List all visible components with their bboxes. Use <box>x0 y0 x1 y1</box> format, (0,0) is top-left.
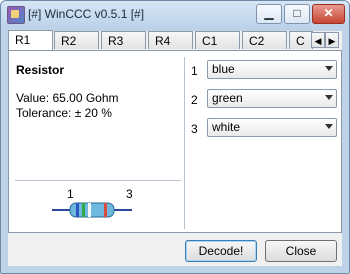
band-number-3: 3 <box>191 122 198 136</box>
close-window-button[interactable]: ✕ <box>312 4 345 24</box>
tab-r4[interactable]: R4 <box>148 31 193 49</box>
close-button[interactable]: Close <box>265 240 337 262</box>
band-number-2: 2 <box>191 93 198 107</box>
band-1-selected-value: blue <box>212 62 235 76</box>
band-number-1: 1 <box>191 64 198 78</box>
chevron-down-icon <box>325 66 333 71</box>
vertical-divider <box>184 57 185 229</box>
maximize-icon: □ <box>293 6 301 20</box>
chevron-down-icon <box>325 124 333 129</box>
tab-scroll-left-icon[interactable]: ◀ <box>311 32 325 48</box>
horizontal-divider <box>15 180 181 181</box>
close-icon: ✕ <box>323 6 334 20</box>
tab-panel-r1: Resistor Value: 65.00 Gohm Tolerance: ± … <box>8 50 342 233</box>
band-2-select[interactable]: green <box>207 89 337 108</box>
resistor-icon <box>52 202 132 218</box>
band-2-selected-value: green <box>212 91 243 105</box>
title-bar[interactable]: [#] WinCCC v0.5.1 [#] ▁ □ ✕ <box>1 1 349 27</box>
band-3-select[interactable]: white <box>207 118 337 137</box>
chevron-down-icon <box>325 95 333 100</box>
tab-c2[interactable]: C2 <box>242 31 287 49</box>
component-heading: Resistor <box>16 63 65 77</box>
tolerance-value: Tolerance: ± 20 % <box>16 106 112 120</box>
decode-button[interactable]: Decode! <box>185 240 257 262</box>
tab-r2[interactable]: R2 <box>54 31 99 49</box>
minimize-icon: ▁ <box>264 6 274 20</box>
maximize-button[interactable]: □ <box>284 4 310 24</box>
minimize-button[interactable]: ▁ <box>256 4 282 24</box>
tab-strip: R1 R2 R3 R4 C1 C2 C ◀ ▶ <box>8 30 342 51</box>
tab-c1[interactable]: C1 <box>195 31 240 49</box>
resistance-value: Value: 65.00 Gohm <box>16 91 119 105</box>
tab-r1[interactable]: R1 <box>8 30 53 50</box>
app-window: [#] WinCCC v0.5.1 [#] ▁ □ ✕ R1 R2 R3 R4 … <box>0 0 350 274</box>
client-area: R1 R2 R3 R4 C1 C2 C ◀ ▶ Resistor Value: … <box>8 30 342 266</box>
window-title: [#] WinCCC v0.5.1 [#] <box>28 7 145 21</box>
tab-c3-partial[interactable]: C <box>289 31 313 49</box>
band-1-select[interactable]: blue <box>207 60 337 79</box>
band-3-selected-value: white <box>212 120 241 134</box>
tab-scroll-right-icon[interactable]: ▶ <box>325 32 339 48</box>
tab-r3[interactable]: R3 <box>101 31 146 49</box>
app-icon <box>7 6 25 24</box>
